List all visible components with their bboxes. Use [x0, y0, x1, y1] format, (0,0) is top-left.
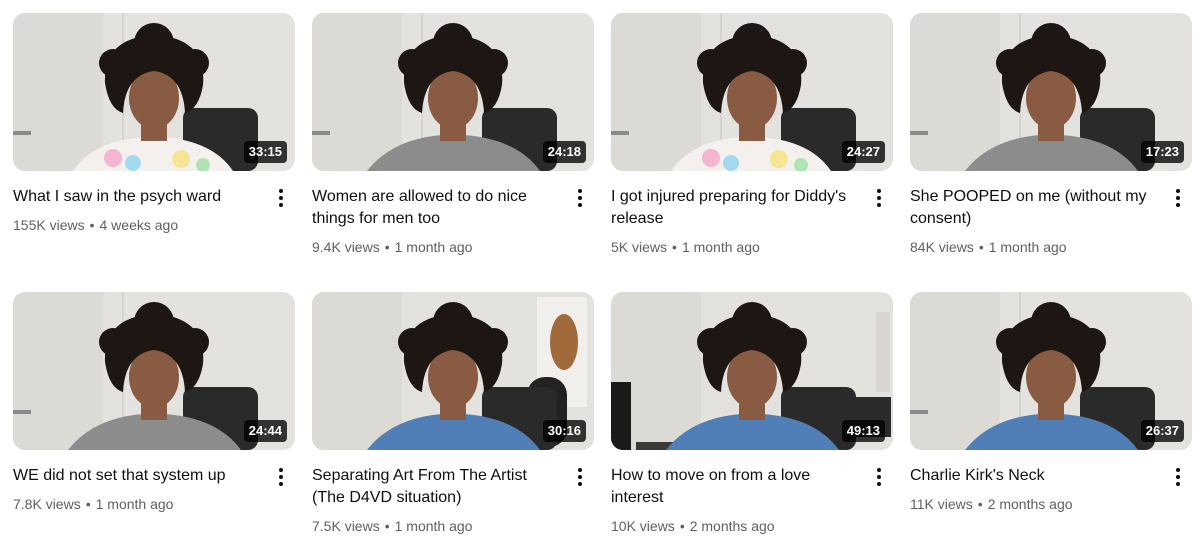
- video-card[interactable]: 49:13 How to move on from a love interes…: [611, 292, 893, 536]
- more-options-icon[interactable]: [269, 186, 293, 210]
- video-meta: WE did not set that system up 7.8K views…: [13, 465, 295, 514]
- separator-dot: •: [384, 518, 390, 534]
- separator-dot: •: [679, 518, 685, 534]
- view-count: 9.4K views: [312, 239, 380, 255]
- separator-dot: •: [85, 496, 91, 512]
- video-title[interactable]: Charlie Kirk's Neck: [910, 465, 1158, 487]
- video-stats: 7.5K views • 1 month ago: [312, 516, 560, 536]
- more-options-icon[interactable]: [867, 186, 891, 210]
- video-thumbnail[interactable]: 24:44: [13, 292, 295, 450]
- separator-dot: •: [977, 496, 983, 512]
- video-meta: How to move on from a love interest 10K …: [611, 465, 893, 536]
- upload-age: 1 month ago: [95, 496, 174, 512]
- view-count: 11K views: [910, 496, 973, 512]
- video-card[interactable]: 33:15 What I saw in the psych ward 155K …: [13, 13, 295, 235]
- video-thumbnail[interactable]: 30:16: [312, 292, 594, 450]
- video-thumbnail[interactable]: 17:23: [910, 13, 1192, 171]
- separator-dot: •: [672, 239, 677, 255]
- more-options-icon[interactable]: [1166, 186, 1190, 210]
- upload-age: 1 month ago: [988, 239, 1067, 255]
- duration-badge: 24:18: [542, 141, 586, 163]
- duration-badge: 24:44: [243, 420, 287, 442]
- video-card[interactable]: 17:23 She POOPED on me (without my conse…: [910, 13, 1192, 257]
- video-grid: 33:15 What I saw in the psych ward 155K …: [0, 0, 1200, 547]
- video-thumbnail[interactable]: 33:15: [13, 13, 295, 171]
- view-count: 7.5K views: [312, 518, 380, 534]
- more-options-icon[interactable]: [568, 465, 592, 489]
- separator-dot: •: [978, 239, 984, 255]
- video-title[interactable]: Separating Art From The Artist (The D4VD…: [312, 465, 560, 509]
- video-stats: 7.8K views • 1 month ago: [13, 494, 261, 514]
- video-title[interactable]: What I saw in the psych ward: [13, 186, 261, 208]
- view-count: 84K views: [910, 239, 974, 255]
- video-meta: What I saw in the psych ward 155K views •…: [13, 186, 295, 235]
- view-count: 7.8K views: [13, 496, 81, 512]
- upload-age: 1 month ago: [394, 239, 473, 255]
- duration-badge: 30:16: [542, 420, 586, 442]
- video-card[interactable]: 24:44 WE did not set that system up 7.8K…: [13, 292, 295, 514]
- upload-age: 1 month ago: [394, 518, 473, 534]
- separator-dot: •: [384, 239, 390, 255]
- video-stats: 10K views • 2 months ago: [611, 516, 859, 536]
- video-card[interactable]: 24:18 Women are allowed to do nice thing…: [312, 13, 594, 257]
- view-count: 5K views: [611, 239, 668, 255]
- more-options-icon[interactable]: [568, 186, 592, 210]
- more-options-icon[interactable]: [867, 465, 891, 489]
- upload-age: 2 months ago: [987, 496, 1073, 512]
- view-count: 155K views: [13, 217, 85, 233]
- duration-badge: 33:15: [243, 141, 287, 163]
- video-meta: Charlie Kirk's Neck 11K views • 2 months a…: [910, 465, 1192, 514]
- video-thumbnail[interactable]: 26:37: [910, 292, 1192, 450]
- video-meta: Women are allowed to do nice things for …: [312, 186, 594, 257]
- video-thumbnail[interactable]: 49:13: [611, 292, 893, 450]
- video-title[interactable]: She POOPED on me (without my consent): [910, 186, 1158, 230]
- video-thumbnail[interactable]: 24:18: [312, 13, 594, 171]
- video-stats: 5K views • 1 month ago: [611, 237, 859, 257]
- more-options-icon[interactable]: [1166, 465, 1190, 489]
- separator-dot: •: [89, 217, 95, 233]
- upload-age: 1 month ago: [681, 239, 760, 255]
- video-title[interactable]: WE did not set that system up: [13, 465, 261, 487]
- video-stats: 11K views • 2 months ago: [910, 494, 1158, 514]
- video-card[interactable]: 26:37 Charlie Kirk's Neck 11K views • 2 mo…: [910, 292, 1192, 514]
- upload-age: 4 weeks ago: [99, 217, 179, 233]
- video-title[interactable]: I got injured preparing for Diddy's rele…: [611, 186, 859, 230]
- duration-badge: 26:37: [1140, 420, 1184, 442]
- video-card[interactable]: 24:27 I got injured preparing for Diddy'…: [611, 13, 893, 257]
- video-title[interactable]: How to move on from a love interest: [611, 465, 859, 509]
- video-stats: 155K views • 4 weeks ago: [13, 215, 261, 235]
- video-meta: She POOPED on me (without my consent) 84…: [910, 186, 1192, 257]
- duration-badge: 17:23: [1140, 141, 1184, 163]
- video-stats: 9.4K views • 1 month ago: [312, 237, 560, 257]
- duration-badge: 24:27: [841, 141, 885, 163]
- video-card[interactable]: 30:16 Separating Art From The Artist (Th…: [312, 292, 594, 536]
- video-thumbnail[interactable]: 24:27: [611, 13, 893, 171]
- video-meta: I got injured preparing for Diddy's rele…: [611, 186, 893, 257]
- video-meta: Separating Art From The Artist (The D4VD…: [312, 465, 594, 536]
- upload-age: 2 months ago: [689, 518, 775, 534]
- more-options-icon[interactable]: [269, 465, 293, 489]
- view-count: 10K views: [611, 518, 675, 534]
- duration-badge: 49:13: [841, 420, 885, 442]
- video-stats: 84K views • 1 month ago: [910, 237, 1158, 257]
- video-title[interactable]: Women are allowed to do nice things for …: [312, 186, 560, 230]
